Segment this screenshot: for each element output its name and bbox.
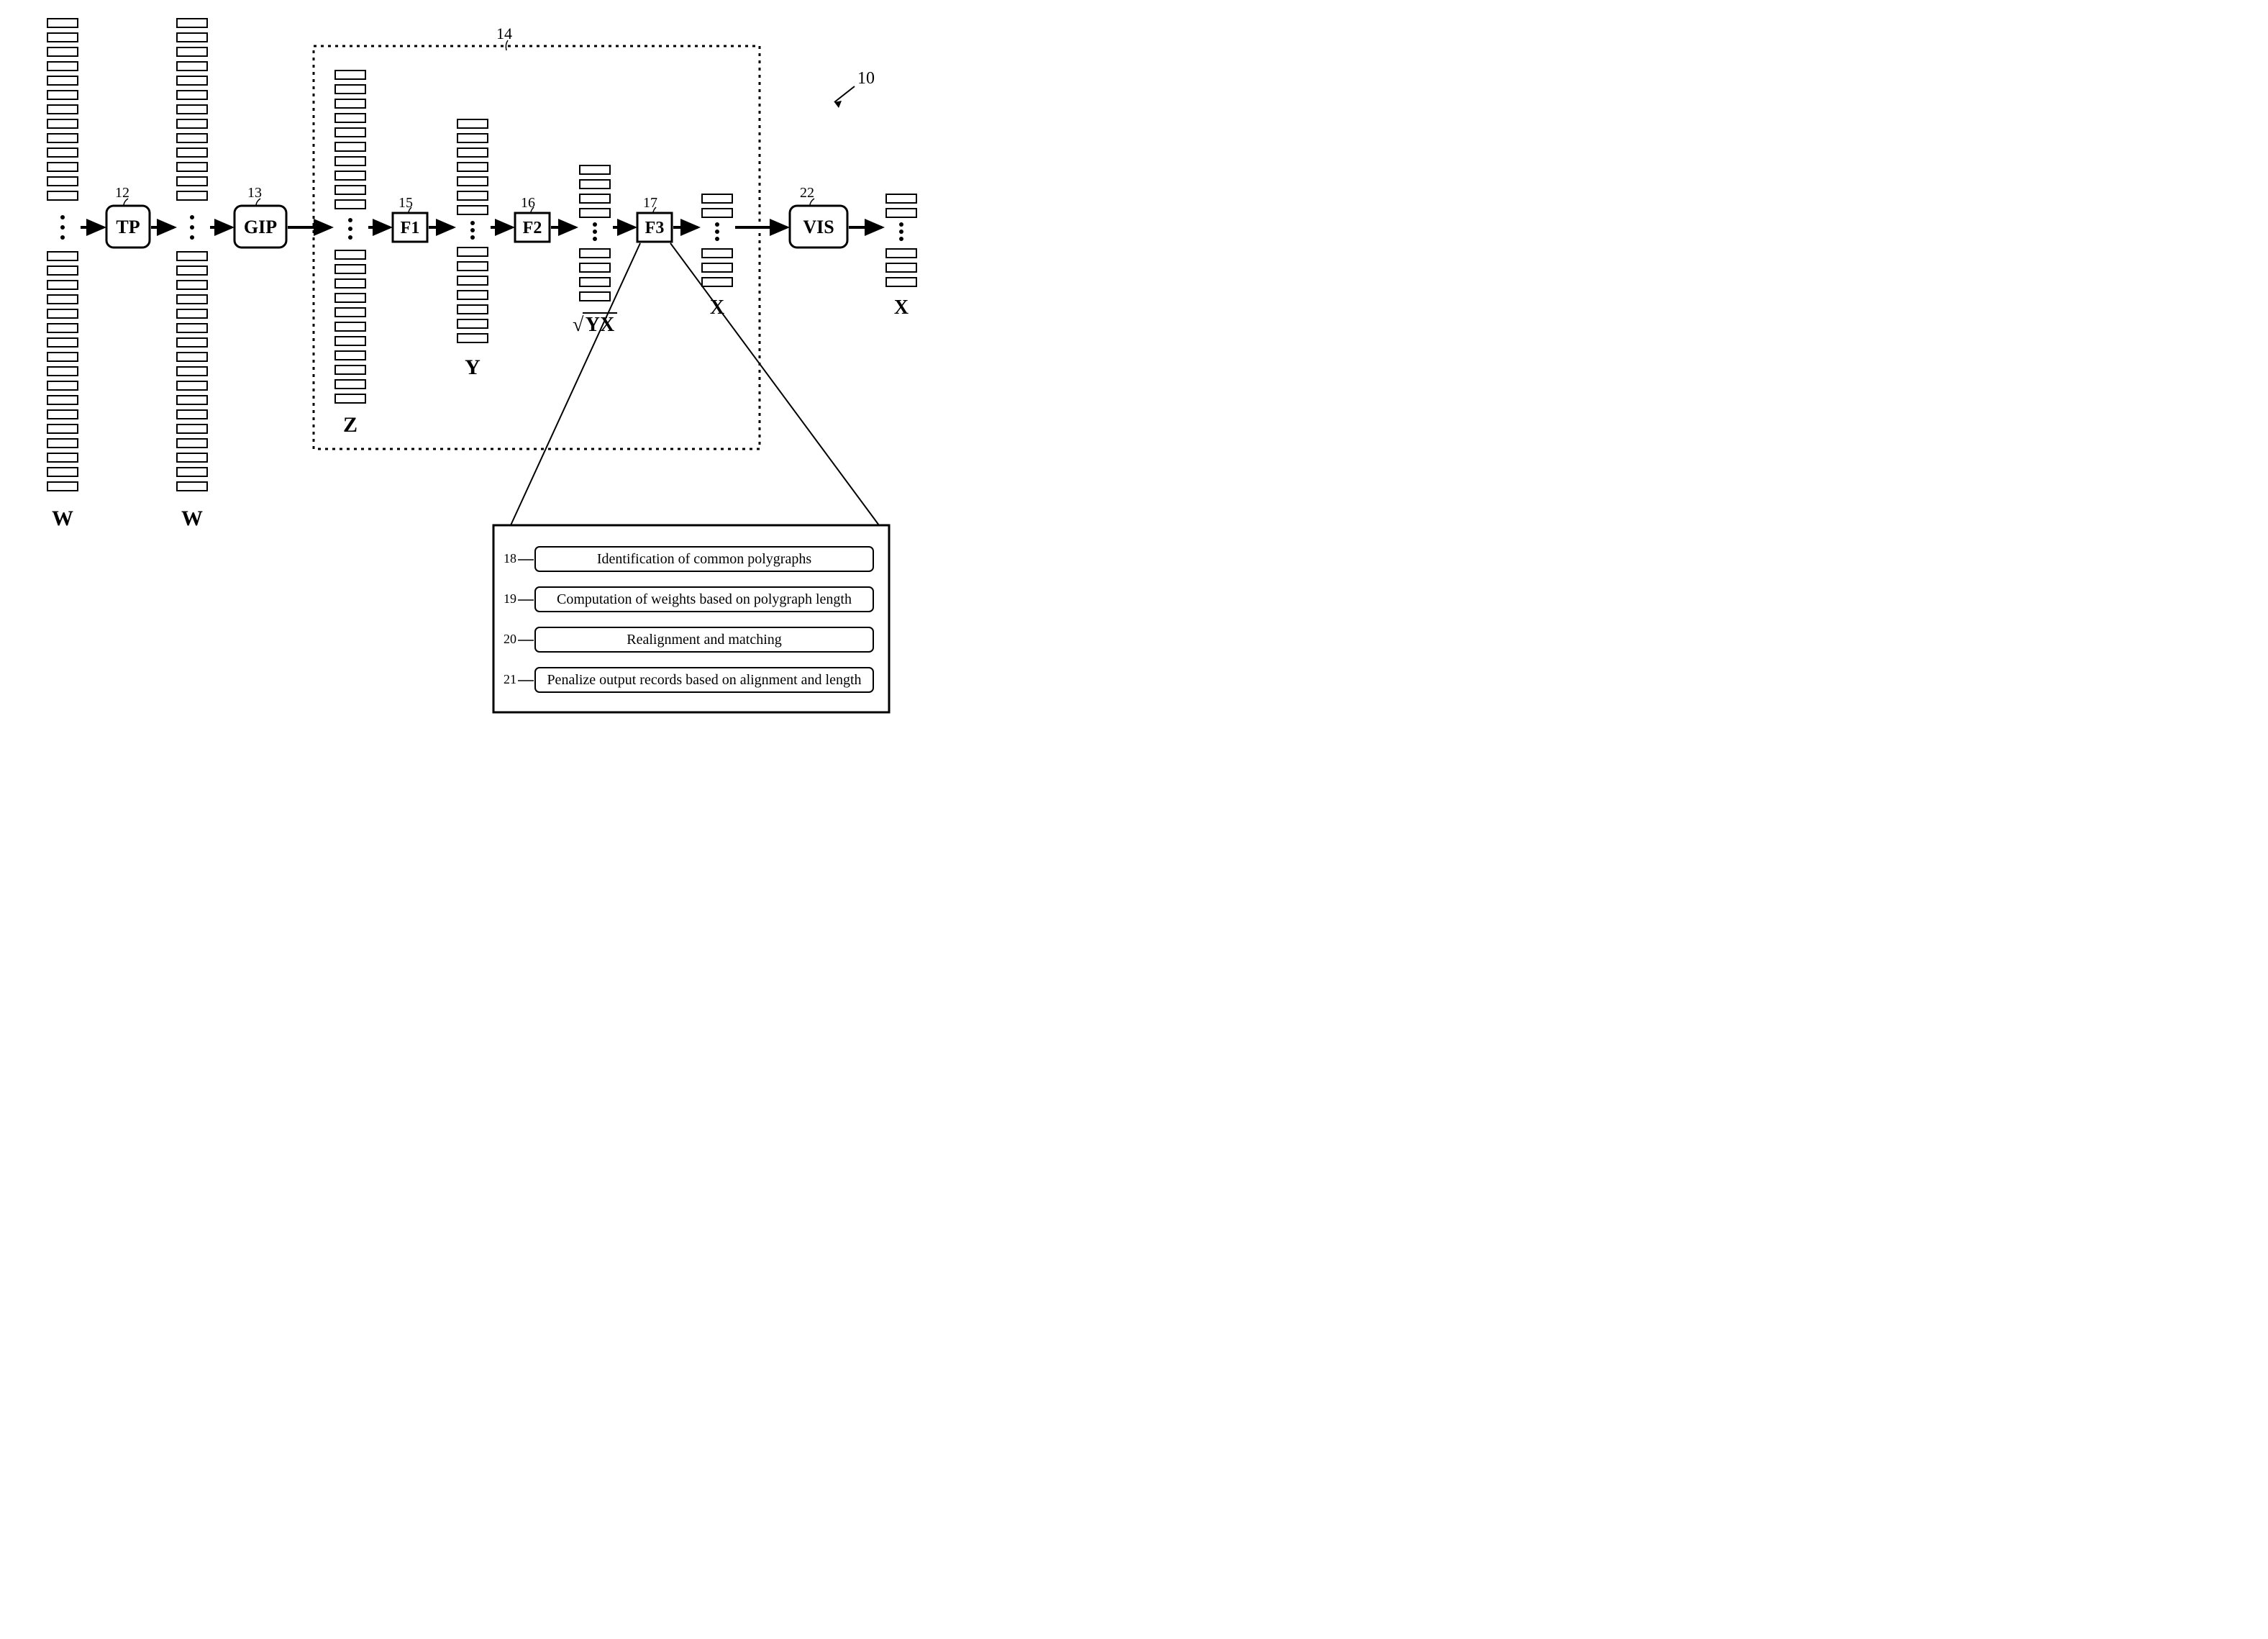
ref-step19: 19: [504, 591, 516, 606]
step-text-18: Identification of common polygraphs: [597, 551, 811, 567]
step-text-19: Computation of weights based on polygrap…: [557, 591, 852, 607]
stack-x2: X: [886, 194, 916, 319]
ref-vis: 22: [800, 185, 814, 201]
box-tp: TP 12: [106, 185, 150, 248]
stack-y: Y: [457, 119, 488, 379]
box-f2: F2 16: [515, 195, 550, 242]
box-f1: F1 15: [393, 195, 427, 242]
step-18: Identification of common polygraphs 18: [504, 547, 873, 571]
label-f2: F2: [523, 219, 542, 237]
label-sqrt-symbol: √: [573, 314, 584, 336]
ref-tp: 12: [115, 185, 129, 201]
label-tp: TP: [116, 217, 140, 237]
ref-step21: 21: [504, 672, 516, 686]
box-gip: GIP 13: [234, 185, 286, 248]
step-20: Realignment and matching 20: [504, 627, 873, 652]
callout-f3: [511, 243, 879, 525]
label-z: Z: [343, 413, 357, 437]
step-21: Penalize output records based on alignme…: [504, 668, 873, 692]
step-19: Computation of weights based on polygrap…: [504, 587, 873, 612]
detail-box: Identification of common polygraphs 18 C…: [493, 525, 889, 712]
stack-w2: W: [177, 19, 207, 530]
ref-dotted: 14: [496, 24, 512, 42]
stack-z: Z: [335, 71, 365, 437]
system-ref: 10: [834, 69, 875, 108]
ref-gip: 13: [247, 185, 262, 201]
ref-step18: 18: [504, 551, 516, 566]
dotted-container: [314, 46, 760, 449]
label-f3: F3: [645, 219, 665, 237]
ref-step20: 20: [504, 632, 516, 646]
label-gip: GIP: [244, 217, 277, 237]
stack-sqrtyx: √ YX: [573, 165, 617, 336]
box-f3: F3 17: [637, 195, 672, 242]
step-text-20: Realignment and matching: [627, 632, 782, 648]
label-x2: X: [894, 296, 908, 319]
box-vis: VIS 22: [790, 185, 847, 248]
flow-diagram: W: [0, 0, 1134, 820]
label-f1: F1: [401, 219, 420, 237]
ref-system: 10: [857, 69, 875, 88]
label-vis: VIS: [803, 217, 834, 237]
stack-w1: W: [47, 19, 78, 530]
step-text-21: Penalize output records based on alignme…: [547, 672, 861, 688]
stack-x1: X: [702, 194, 732, 319]
label-y: Y: [465, 355, 481, 379]
label-w2: W: [181, 507, 203, 530]
label-w1: W: [52, 507, 73, 530]
